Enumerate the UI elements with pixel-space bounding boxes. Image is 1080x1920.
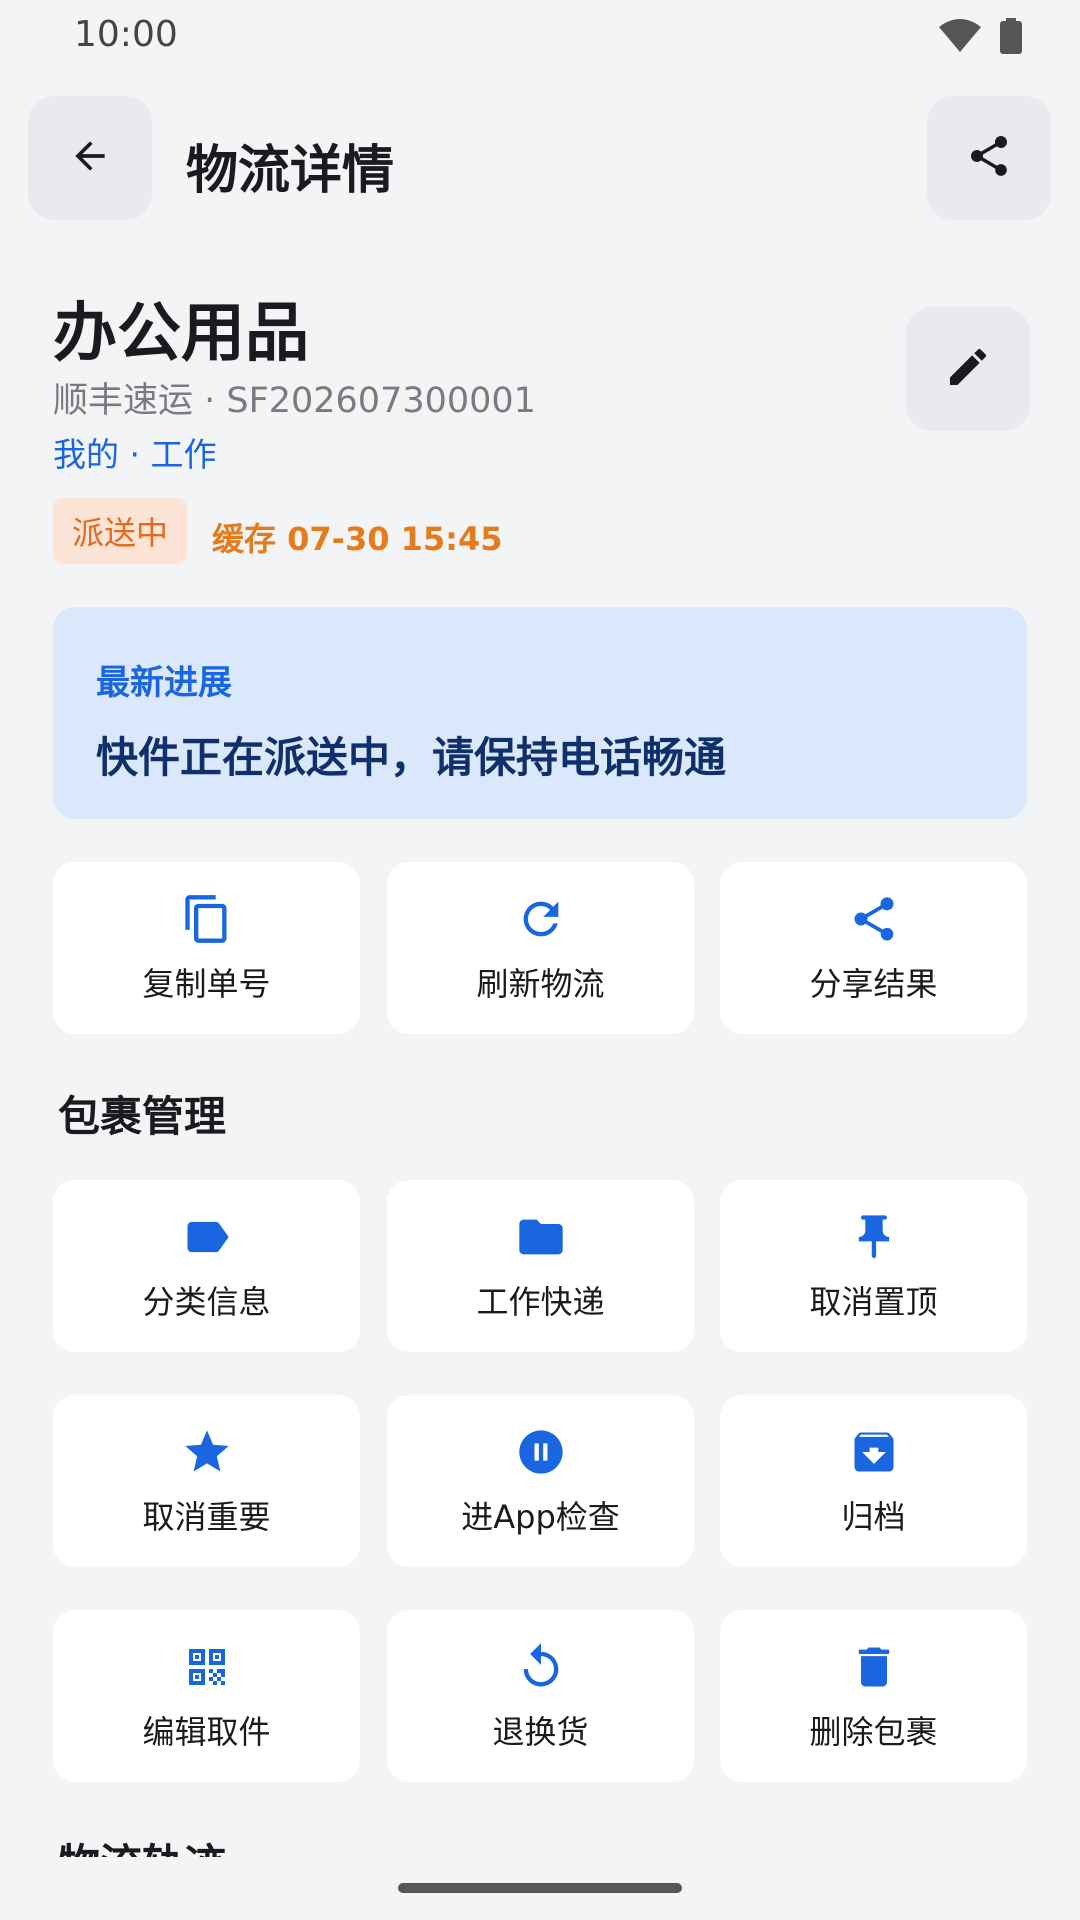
folder-icon (513, 1209, 569, 1265)
delete-icon (846, 1639, 902, 1695)
unpin-label: 取消置顶 (809, 1283, 938, 1321)
qr-code-icon (179, 1639, 235, 1695)
work-express-label: 工作快递 (476, 1283, 605, 1321)
page-title: 物流详情 (186, 141, 395, 201)
share-icon (965, 132, 1013, 184)
gesture-nav-handle[interactable] (398, 1883, 682, 1893)
refresh-tracking-label: 刷新物流 (476, 965, 605, 1003)
check-in-app-button[interactable]: 进App检查 (387, 1395, 694, 1567)
share-result-button[interactable]: 分享结果 (720, 862, 1027, 1034)
pause-circle-icon (513, 1424, 569, 1480)
arrow-back-icon (68, 134, 112, 182)
archive-label: 归档 (841, 1498, 906, 1536)
star-icon (179, 1424, 235, 1480)
edit-pickup-button[interactable]: 编辑取件 (53, 1610, 360, 1782)
category-info-button[interactable]: 分类信息 (53, 1180, 360, 1352)
carrier-tracking-number: 顺丰速运 · SF202607300001 (53, 381, 536, 421)
unmark-important-label: 取消重要 (142, 1498, 271, 1536)
package-tags[interactable]: 我的 · 工作 (53, 428, 216, 476)
edit-button[interactable] (906, 307, 1030, 431)
package-name: 办公用品 (53, 297, 309, 371)
latest-progress-label: 最新进展 (96, 663, 232, 703)
wifi-icon (938, 19, 982, 57)
battery-icon (1000, 18, 1022, 58)
refresh-icon (513, 891, 569, 947)
copy-number-button[interactable]: 复制单号 (53, 862, 360, 1034)
category-info-label: 分类信息 (142, 1283, 271, 1321)
copy-number-label: 复制单号 (142, 965, 271, 1003)
pin-icon (846, 1209, 902, 1265)
edit-pickup-label: 编辑取件 (142, 1713, 271, 1751)
delete-package-label: 删除包裹 (809, 1713, 938, 1751)
status-icons (938, 18, 1022, 58)
copy-icon (179, 891, 235, 947)
section-title-tracking: 物流轨迹 (58, 1835, 226, 1857)
latest-progress-message: 快件正在派送中，请保持电话畅通 (96, 733, 727, 782)
edit-icon (944, 343, 992, 395)
unmark-important-button[interactable]: 取消重要 (53, 1395, 360, 1567)
section-title-management: 包裹管理 (58, 1092, 227, 1141)
check-in-app-label: 进App检查 (461, 1498, 620, 1536)
return-exchange-label: 退换货 (492, 1713, 589, 1751)
work-express-button[interactable]: 工作快递 (387, 1180, 694, 1352)
status-badge: 派送中 (53, 498, 187, 564)
refresh-tracking-button[interactable]: 刷新物流 (387, 862, 694, 1034)
status-time: 10:00 (74, 14, 178, 55)
label-icon (179, 1209, 235, 1265)
undo-icon (513, 1639, 569, 1695)
share-result-label: 分享结果 (809, 965, 938, 1003)
share-button[interactable] (927, 96, 1051, 220)
archive-icon (846, 1424, 902, 1480)
back-button[interactable] (28, 96, 152, 220)
archive-button[interactable]: 归档 (720, 1395, 1027, 1567)
return-exchange-button[interactable]: 退换货 (387, 1610, 694, 1782)
share-icon (846, 891, 902, 947)
unpin-button[interactable]: 取消置顶 (720, 1180, 1027, 1352)
latest-progress-card: 最新进展 快件正在派送中，请保持电话畅通 (53, 607, 1027, 819)
cache-time: 缓存 07-30 15:45 (212, 520, 503, 558)
delete-package-button[interactable]: 删除包裹 (720, 1610, 1027, 1782)
